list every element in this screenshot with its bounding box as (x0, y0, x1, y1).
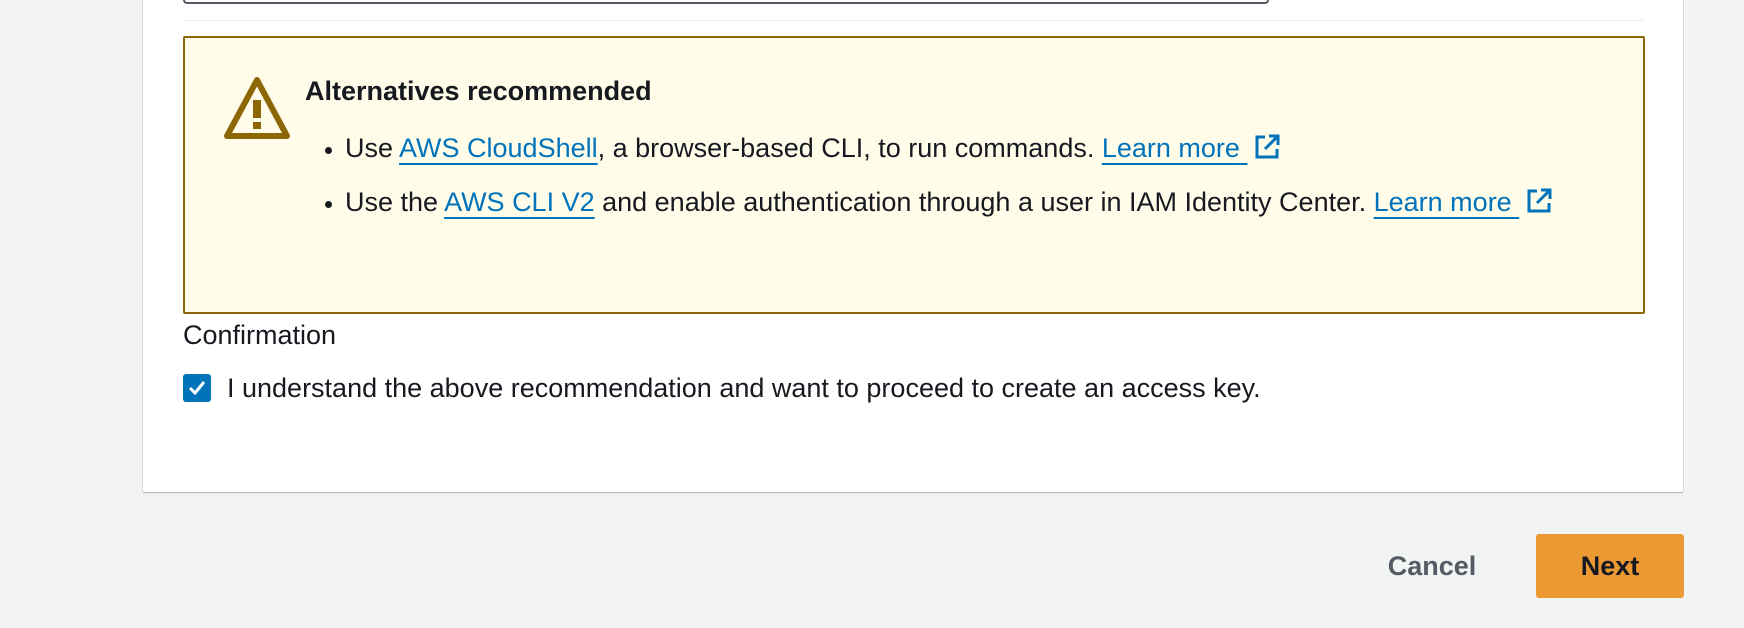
aws-cloudshell-link[interactable]: AWS CloudShell (399, 133, 598, 163)
next-button[interactable]: Next (1536, 534, 1684, 598)
list-item-cli-v2: Use the AWS CLI V2 and enable authentica… (345, 180, 1605, 224)
warning-alert: Alternatives recommended Use AWS CloudSh… (183, 36, 1645, 314)
cancel-button[interactable]: Cancel (1364, 534, 1500, 598)
learn-more-label: Learn more (1101, 133, 1240, 163)
item-text: , a browser-based CLI, to run commands. (597, 133, 1102, 163)
item-text: Use the (345, 187, 445, 217)
alert-title: Alternatives recommended (305, 76, 652, 106)
description-input-bottom-edge[interactable] (183, 0, 1269, 4)
checkmark-icon (188, 381, 206, 396)
learn-more-label: Learn more (1373, 187, 1512, 217)
confirmation-checkbox[interactable] (183, 374, 211, 402)
external-link-icon (1527, 188, 1552, 213)
item-text: and enable authentication through a user… (594, 187, 1374, 217)
item-text: Use (345, 133, 400, 163)
list-item-cloudshell: Use AWS CloudShell, a browser-based CLI,… (345, 126, 1605, 170)
section-divider (183, 20, 1643, 21)
confirmation-label: Confirmation (183, 320, 337, 350)
alternatives-list: Use AWS CloudShell, a browser-based CLI,… (305, 126, 1605, 234)
external-link-icon (1255, 134, 1280, 159)
confirmation-checkbox-label[interactable]: I understand the above recommendation an… (227, 366, 1287, 410)
learn-more-link-cloudshell[interactable]: Learn more (1102, 133, 1282, 163)
aws-cli-v2-link[interactable]: AWS CLI V2 (444, 187, 595, 217)
access-key-card: Alternatives recommended Use AWS CloudSh… (142, 0, 1684, 492)
learn-more-link-cli[interactable]: Learn more (1374, 187, 1554, 217)
warning-icon (224, 77, 290, 139)
